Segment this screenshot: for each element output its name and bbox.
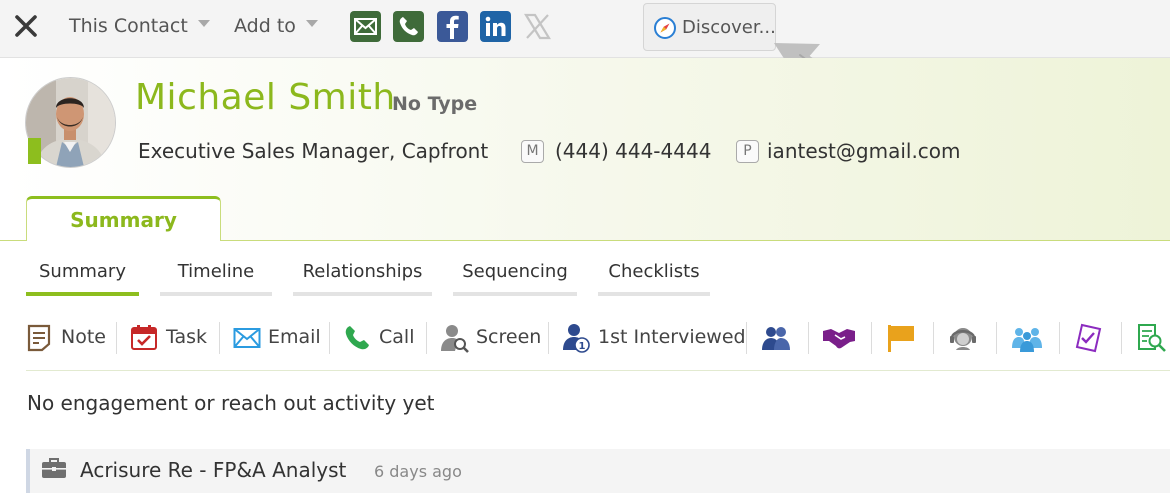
activity-title: Acrisure Re - FP&A Analyst (80, 458, 347, 482)
phone-icon[interactable] (393, 11, 424, 42)
handshake-icon (823, 329, 855, 349)
compass-icon (654, 17, 676, 39)
call-button[interactable]: Call (344, 318, 419, 358)
group-icon (762, 327, 790, 350)
briefcase-icon (42, 458, 66, 478)
subtab-sequencing[interactable]: Sequencing (453, 261, 577, 296)
headset-icon (950, 328, 976, 350)
email-icon[interactable] (350, 11, 381, 42)
empty-state-message: No engagement or reach out activity yet (27, 391, 435, 415)
envelope-icon (233, 328, 261, 348)
review-button[interactable] (1137, 318, 1167, 358)
task-label: Task (166, 326, 208, 348)
divider (933, 322, 934, 354)
note-label: Note (61, 326, 106, 348)
chevron-down-icon (305, 20, 318, 27)
email-label: Email (268, 326, 321, 348)
subtab-summary[interactable]: Summary (26, 261, 139, 296)
group-interview-button[interactable] (761, 318, 791, 358)
offer-button[interactable] (823, 318, 855, 358)
divider (548, 322, 549, 354)
first-interviewed-label: 1st Interviewed (598, 326, 746, 348)
note-button[interactable]: Note (26, 318, 106, 358)
linkedin-icon[interactable] (480, 11, 511, 42)
activity-item[interactable]: Acrisure Re - FP&A Analyst 6 days ago (26, 449, 1170, 493)
note-icon (27, 324, 51, 352)
this-contact-label: This Contact (69, 15, 188, 37)
contact-name: Michael Smith (135, 77, 396, 118)
close-icon[interactable] (12, 12, 40, 40)
activity-timestamp: 6 days ago (374, 462, 462, 481)
interviewed-icon: 1 (563, 324, 590, 353)
add-to-label: Add to (234, 15, 296, 37)
contract-button[interactable] (1074, 318, 1104, 358)
tab-summary[interactable]: Summary (26, 196, 221, 241)
divider (426, 322, 427, 354)
email-address[interactable]: iantest@gmail.com (767, 139, 961, 163)
subtab-checklists[interactable]: Checklists (598, 261, 710, 296)
contact-type[interactable]: No Type (392, 93, 477, 115)
document-search-icon (1138, 324, 1166, 352)
subtab-timeline[interactable]: Timeline (160, 261, 272, 296)
divider (808, 322, 809, 354)
flag-icon (888, 325, 914, 352)
divider (219, 322, 220, 354)
support-button[interactable] (948, 318, 978, 358)
divider (746, 322, 747, 354)
divider (26, 370, 1170, 371)
contact-header: Michael Smith No Type Executive Sales Ma… (0, 58, 1170, 241)
facebook-icon[interactable] (437, 11, 468, 42)
screen-label: Screen (476, 326, 542, 348)
call-label: Call (379, 326, 415, 348)
calendar-icon (131, 325, 157, 350)
team-icon (1012, 328, 1042, 352)
divider (871, 322, 872, 354)
divider (996, 322, 997, 354)
status-indicator (28, 138, 41, 164)
divider (1059, 322, 1060, 354)
screen-icon (441, 325, 469, 353)
this-contact-menu[interactable]: This Contact (69, 15, 210, 37)
divider (329, 322, 330, 354)
divider (1121, 322, 1122, 354)
flag-button[interactable] (886, 318, 916, 358)
discover-button[interactable]: Discover... (643, 3, 776, 51)
mobile-tag: M (521, 140, 544, 163)
screen-button[interactable]: Screen (441, 318, 541, 358)
signed-document-icon (1075, 323, 1102, 353)
action-bar: Note Task Email Call Screen 1 1st Interv… (0, 318, 1170, 358)
chevron-down-icon (197, 20, 210, 27)
divider (116, 322, 117, 354)
job-title-company: Executive Sales Manager, Capfront (138, 139, 489, 163)
svg-text:1: 1 (579, 341, 586, 352)
personal-email-tag: P (736, 140, 759, 163)
phone-icon (345, 326, 369, 350)
add-to-menu[interactable]: Add to (234, 15, 318, 37)
first-interviewed-button[interactable]: 1 1st Interviewed (563, 318, 746, 358)
task-button[interactable]: Task (130, 318, 210, 358)
team-button[interactable] (1011, 318, 1043, 358)
subtab-relationships[interactable]: Relationships (293, 261, 432, 296)
x-icon[interactable] (522, 11, 553, 42)
email-button[interactable]: Email (233, 318, 323, 358)
phone-number[interactable]: (444) 444-4444 (555, 139, 711, 163)
